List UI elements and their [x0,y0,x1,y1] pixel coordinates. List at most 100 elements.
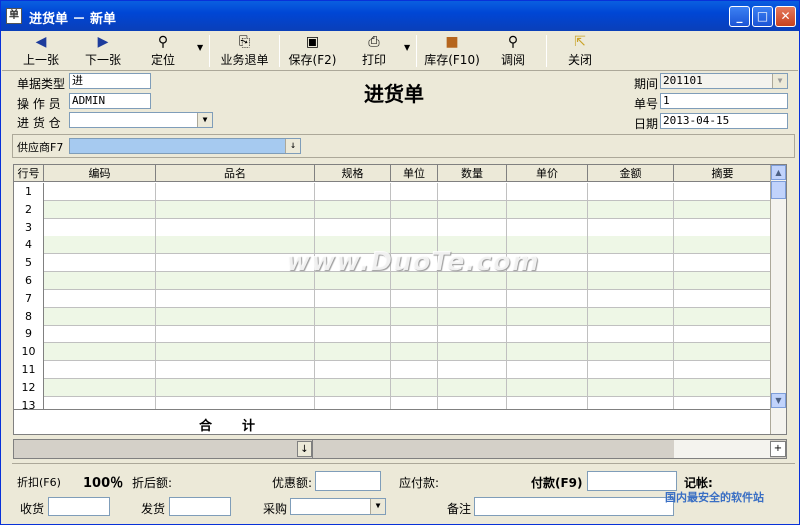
stock-button[interactable]: ■ 库存(F10) [422,33,482,69]
grid-cell[interactable] [44,183,156,201]
grid-cell[interactable] [391,200,438,219]
grid-cell[interactable] [674,272,772,290]
summary-combo[interactable]: ↓ [14,440,313,458]
grid-cell[interactable] [156,307,315,326]
grid-cell[interactable] [588,236,674,255]
col-amount[interactable]: 金额 [588,165,674,182]
col-price[interactable]: 单价 [507,165,588,182]
grid-cell[interactable] [507,183,588,201]
table-row[interactable]: 9 [14,325,772,344]
print-dropdown-icon[interactable]: ▼ [404,43,410,52]
col-row-no[interactable]: 行号 [14,165,44,182]
locate-dropdown-icon[interactable]: ▼ [197,43,203,52]
table-row[interactable]: 3 [14,218,772,237]
grid-cell[interactable] [507,378,588,397]
grid-cell[interactable] [391,289,438,308]
next-button[interactable]: ▶ 下一张 [78,33,128,69]
close-button[interactable]: ⇱ 关闭 [560,33,600,69]
scroll-thumb[interactable] [771,181,786,199]
grid-cell[interactable] [674,218,772,237]
locate-button[interactable]: ⚲ 定位 [142,33,184,69]
grid-cell[interactable] [588,378,674,397]
grid-cell[interactable] [44,236,156,255]
col-qty[interactable]: 数量 [438,165,507,182]
items-grid[interactable]: 行号 编码 品名 规格 单位 数量 单价 金额 摘要 1 2 3 4 5 6 7 8 9 10 11… [13,164,787,435]
grid-cell[interactable] [44,289,156,308]
grid-cell[interactable] [44,200,156,219]
paid-field[interactable] [587,471,677,491]
grid-cell[interactable] [588,183,674,201]
grid-cell[interactable] [156,200,315,219]
grid-cell[interactable] [391,183,438,201]
grid-cell[interactable] [315,325,391,344]
grid-cell[interactable] [315,200,391,219]
scroll-up-icon[interactable]: ▲ [771,165,786,180]
grid-cell[interactable] [156,183,315,201]
grid-cell[interactable] [438,200,507,219]
grid-cell[interactable] [156,378,315,397]
grid-cell[interactable] [588,361,674,379]
grid-cell[interactable] [438,343,507,362]
col-memo[interactable]: 摘要 [674,165,772,182]
grid-cell[interactable] [674,254,772,273]
grid-cell[interactable] [391,307,438,326]
period-combo[interactable]: 201101 ▼ [660,73,788,89]
grid-cell[interactable] [44,378,156,397]
grid-cell[interactable] [438,361,507,379]
grid-cell[interactable] [156,343,315,362]
grid-cell[interactable] [391,325,438,344]
grid-cell[interactable] [674,307,772,326]
grid-cell[interactable] [44,343,156,362]
grid-cell[interactable] [156,361,315,379]
grid-cell[interactable] [507,343,588,362]
arrow-down-icon[interactable]: ↓ [285,139,300,153]
grid-cell[interactable] [315,378,391,397]
grid-cell[interactable] [438,183,507,201]
grid-cell[interactable] [315,307,391,326]
plus-icon[interactable]: + [770,441,786,457]
receive-field[interactable] [48,497,110,516]
grid-cell[interactable] [588,289,674,308]
grid-cell[interactable] [391,218,438,237]
return-button[interactable]: ⎘ 业务退单 [217,33,272,69]
grid-cell[interactable] [44,218,156,237]
save-button[interactable]: ▣ 保存(F2) [285,33,340,69]
minimize-button[interactable]: _ [729,6,750,27]
maximize-button[interactable]: □ [752,6,773,27]
grid-cell[interactable] [315,343,391,362]
grid-cell[interactable] [588,307,674,326]
grid-cell[interactable] [438,307,507,326]
grid-cell[interactable] [588,272,674,290]
grid-cell[interactable] [507,307,588,326]
table-row[interactable]: 12 [14,378,772,397]
prev-button[interactable]: ◀ 上一张 [16,33,66,69]
grid-cell[interactable] [44,254,156,273]
title-bar[interactable]: 单 进货单 － 新单 _ □ ✕ [1,1,799,31]
close-window-button[interactable]: ✕ [775,6,796,27]
grid-cell[interactable] [438,218,507,237]
purchase-combo[interactable]: ▼ [290,498,386,515]
col-code[interactable]: 编码 [44,165,156,182]
grid-cell[interactable] [674,325,772,344]
supplier-field[interactable]: ↓ [69,138,301,154]
grid-cell[interactable] [507,218,588,237]
grid-cell[interactable] [588,200,674,219]
view-button[interactable]: ⚲ 调阅 [494,33,532,69]
grid-cell[interactable] [438,325,507,344]
grid-cell[interactable] [44,325,156,344]
grid-cell[interactable] [44,361,156,379]
grid-cell[interactable] [588,343,674,362]
grid-cell[interactable] [674,183,772,201]
col-spec[interactable]: 规格 [315,165,391,182]
grid-cell[interactable] [674,378,772,397]
table-row[interactable]: 1 [14,183,772,201]
grid-cell[interactable] [156,218,315,237]
col-unit[interactable]: 单位 [391,165,438,182]
grid-cell[interactable] [674,236,772,255]
doc-type-field[interactable]: 进 [69,73,151,89]
remark-field[interactable] [474,497,674,516]
arrow-down-icon[interactable]: ↓ [297,441,312,457]
table-row[interactable]: 11 [14,361,772,379]
table-row[interactable]: 2 [14,200,772,219]
grid-cell[interactable] [391,378,438,397]
